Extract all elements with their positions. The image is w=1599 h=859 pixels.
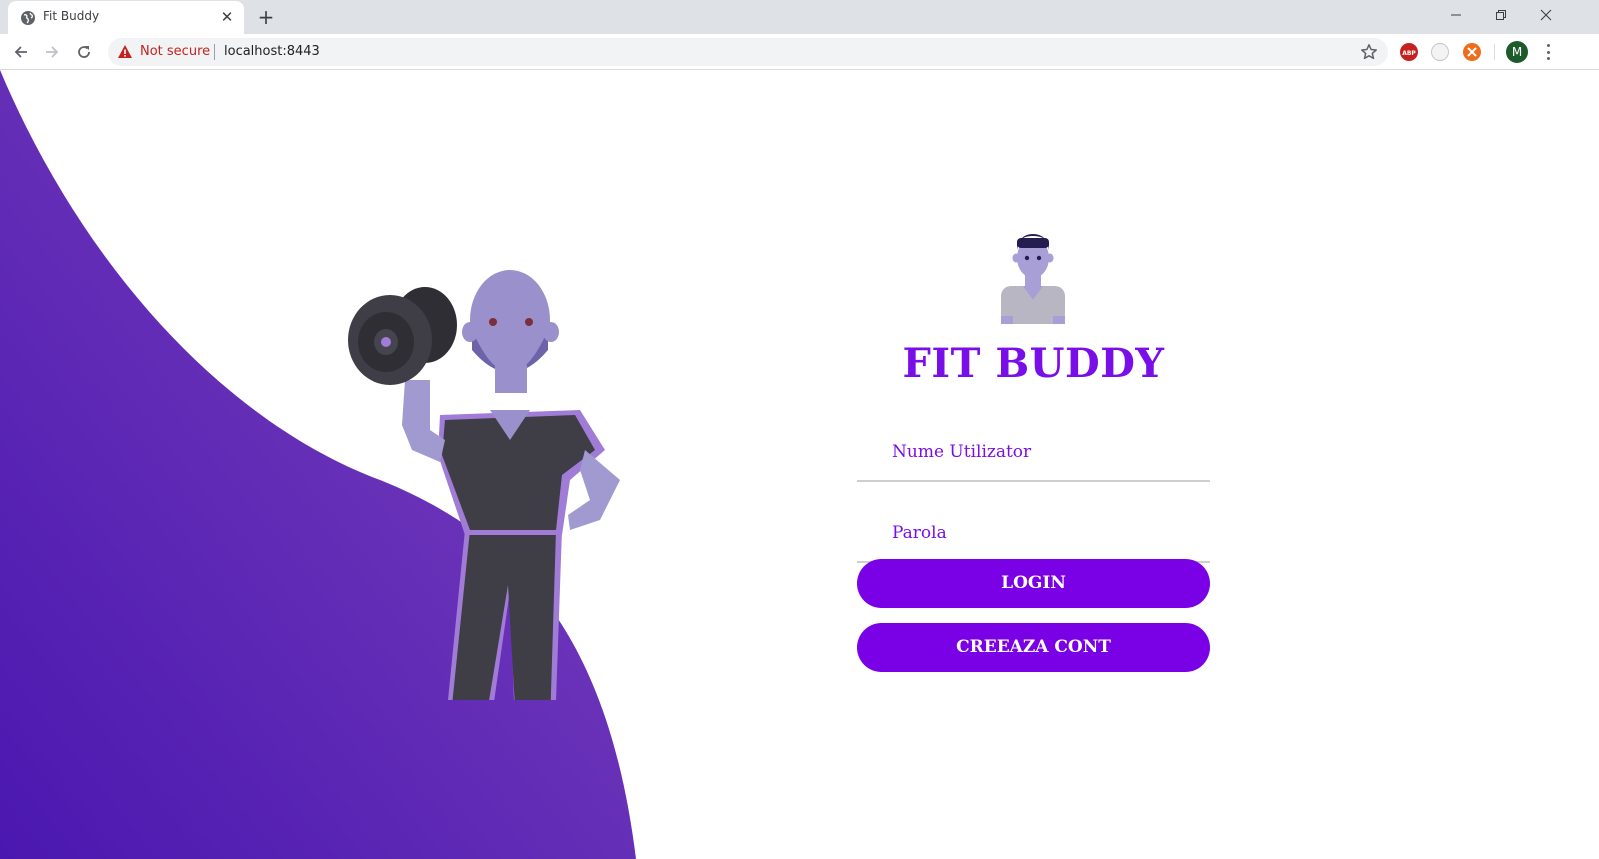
athlete-illustration <box>348 270 620 700</box>
user-avatar-icon <box>1001 234 1065 324</box>
app-title: FIT BUDDY <box>902 340 1165 387</box>
extension-icon[interactable] <box>1463 43 1481 61</box>
globe-icon <box>21 11 35 25</box>
address-bar[interactable]: Not secure localhost:8443 <box>108 38 1388 66</box>
svg-text:ABP: ABP <box>1402 50 1416 57</box>
username-input[interactable] <box>857 424 1210 480</box>
bookmark-star-icon[interactable] <box>1360 43 1378 61</box>
back-arrow-icon[interactable] <box>7 38 35 66</box>
new-tab-button[interactable]: + <box>255 6 277 28</box>
login-button[interactable]: LOGIN <box>857 559 1210 608</box>
url-text[interactable]: localhost:8443 <box>224 44 320 59</box>
close-tab-icon[interactable]: ✕ <box>218 8 236 26</box>
divider <box>1494 44 1495 60</box>
reload-icon[interactable] <box>70 38 98 66</box>
extension-icon[interactable] <box>1431 43 1449 61</box>
password-field-wrapper <box>857 505 1210 563</box>
browser-tab[interactable]: Fit Buddy ✕ <box>8 1 244 34</box>
username-field-wrapper <box>857 424 1210 482</box>
adblock-icon[interactable]: ABP <box>1400 43 1418 61</box>
page-content: FIT BUDDY LOGIN CREEAZA CONT <box>0 70 1599 859</box>
tab-title: Fit Buddy <box>43 9 100 23</box>
close-window-icon[interactable] <box>1523 0 1569 30</box>
warning-icon <box>118 45 132 58</box>
minimize-window-icon[interactable] <box>1433 0 1479 30</box>
restore-window-icon[interactable] <box>1478 0 1524 30</box>
security-status[interactable]: Not secure <box>140 44 210 59</box>
password-input[interactable] <box>857 505 1210 561</box>
browser-tabstrip: Fit Buddy ✕ + <box>0 0 1599 34</box>
divider <box>214 44 215 60</box>
create-account-button[interactable]: CREEAZA CONT <box>857 623 1210 672</box>
more-menu-icon[interactable] <box>1540 42 1556 62</box>
profile-avatar[interactable]: M <box>1506 41 1528 63</box>
browser-toolbar: Not secure localhost:8443 ABP M <box>0 34 1599 70</box>
forward-arrow-icon[interactable] <box>38 38 66 66</box>
